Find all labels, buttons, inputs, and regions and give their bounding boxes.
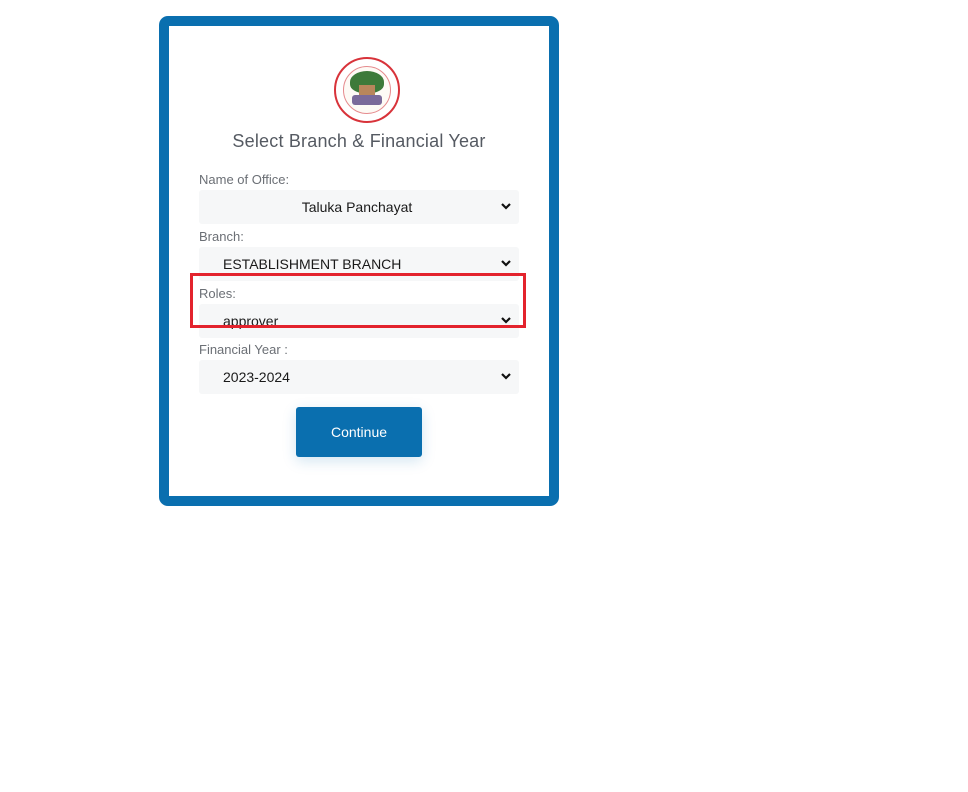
office-label: Name of Office:: [199, 172, 290, 187]
chevron-down-icon: [501, 260, 511, 267]
financial-year-select[interactable]: 2023-2024: [199, 360, 519, 394]
branch-label: Branch:: [199, 229, 244, 244]
roles-highlight-box: [190, 273, 526, 328]
office-select[interactable]: Taluka Panchayat: [199, 190, 519, 224]
chevron-down-icon: [501, 203, 511, 210]
office-select-value: Taluka Panchayat: [301, 199, 413, 215]
page-title: Select Branch & Financial Year: [232, 131, 486, 151]
emblem-logo-icon: [334, 57, 400, 123]
branch-selection-card: Select Branch & Financial Year Name of O…: [159, 16, 559, 506]
continue-button[interactable]: Continue: [296, 407, 422, 457]
branch-select-value: ESTABLISHMENT BRANCH: [223, 256, 402, 272]
financial-year-label: Financial Year :: [199, 342, 288, 357]
financial-year-select-value: 2023-2024: [223, 369, 290, 385]
chevron-down-icon: [501, 373, 511, 380]
